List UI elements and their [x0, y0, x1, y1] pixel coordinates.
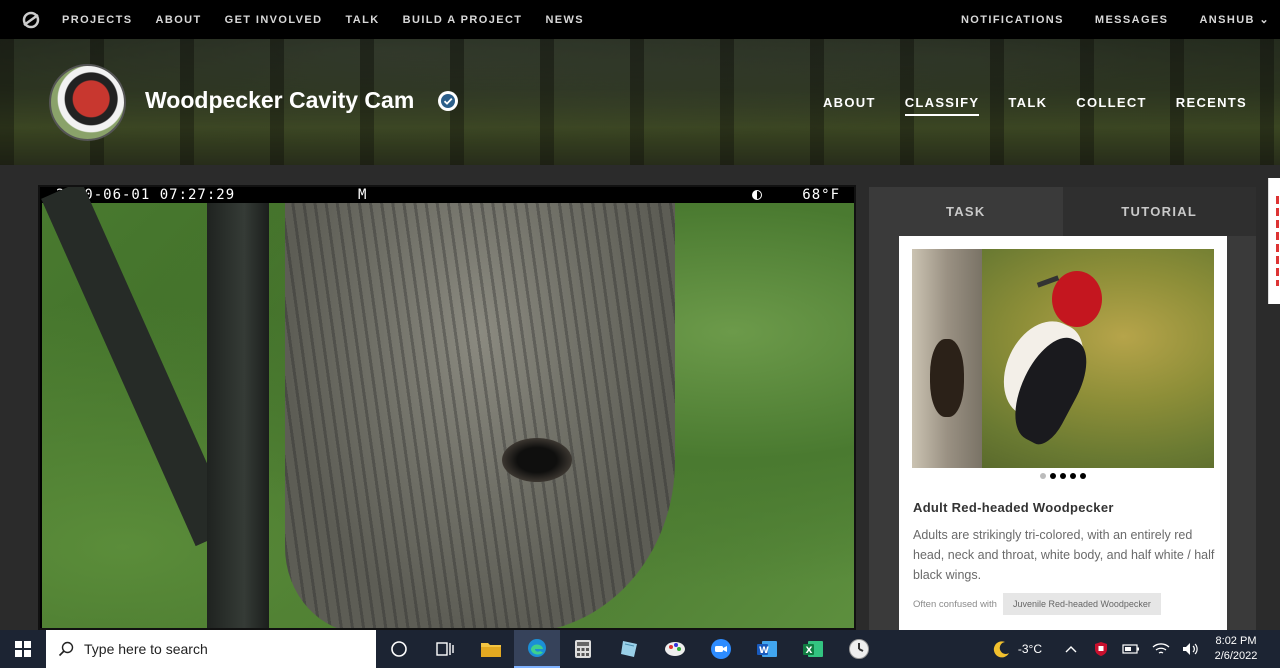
clock-date: 2/6/2022: [1214, 650, 1258, 662]
task-view-icon[interactable]: [422, 630, 468, 668]
camera-mode: M: [358, 187, 367, 203]
user-name: ANSHUB: [1199, 14, 1255, 26]
species-description: Adults are strikingly tri-colored, with …: [913, 528, 1215, 582]
project-nav-about[interactable]: ABOUT: [823, 95, 876, 110]
antivirus-shield-icon[interactable]: [1086, 641, 1116, 657]
notepad-app-icon[interactable]: [606, 630, 652, 668]
chevron-down-icon: ⌄: [1259, 14, 1270, 26]
svg-text:X: X: [806, 646, 813, 656]
confused-with-chip[interactable]: Juvenile Red-headed Woodpecker: [1002, 593, 1161, 615]
zoom-app-icon[interactable]: [698, 630, 744, 668]
feedback-side-tab[interactable]: [1268, 178, 1280, 304]
confused-with-row: Often confused with Juvenile Red-headed …: [913, 593, 1161, 615]
clock-time: 8:02 PM: [1215, 635, 1257, 647]
battery-icon[interactable]: [1116, 644, 1146, 654]
verified-badge-icon: [438, 91, 458, 111]
nav-news[interactable]: NEWS: [545, 14, 584, 26]
taskbar-search-input[interactable]: Type here to search: [46, 630, 376, 668]
search-icon: [58, 641, 74, 657]
paint-app-icon[interactable]: [652, 630, 698, 668]
tab-task[interactable]: TASK: [869, 187, 1063, 236]
project-nav: ABOUT CLASSIFY TALK COLLECT RECENTS: [794, 95, 1247, 116]
file-explorer-icon[interactable]: [468, 630, 514, 668]
windows-start-icon[interactable]: [0, 630, 46, 668]
weather-temperature: -3°C: [1017, 642, 1042, 656]
search-placeholder: Type here to search: [84, 641, 208, 657]
nav-about[interactable]: ABOUT: [156, 14, 202, 26]
woodpecker-example-image: [912, 249, 1214, 468]
project-avatar[interactable]: [49, 64, 126, 141]
carousel-dot[interactable]: [1050, 473, 1056, 479]
project-nav-collect[interactable]: COLLECT: [1076, 95, 1146, 110]
subject-image-viewer[interactable]: 2020-06-01 07:27:29 M 68°F: [38, 185, 856, 630]
wifi-icon[interactable]: [1146, 642, 1176, 656]
carousel-dot[interactable]: [1060, 473, 1066, 479]
tree-cavity: [502, 438, 572, 482]
nav-get-involved[interactable]: GET INVOLVED: [225, 14, 323, 26]
svg-text:W: W: [759, 646, 769, 656]
tree-trunk: [285, 203, 675, 628]
species-title: Adult Red-headed Woodpecker: [913, 500, 1114, 515]
subject-photo: [41, 187, 854, 628]
tab-tutorial[interactable]: TUTORIAL: [1062, 187, 1256, 236]
weather-widget[interactable]: -3°C: [992, 639, 1042, 659]
edge-browser-icon[interactable]: [514, 630, 560, 668]
volume-icon[interactable]: [1176, 642, 1206, 656]
field-guide-card: Adult Red-headed Woodpecker Adults are s…: [899, 236, 1227, 630]
chevron-up-icon[interactable]: [1056, 645, 1086, 653]
project-title[interactable]: Woodpecker Cavity Cam: [145, 87, 414, 114]
project-header: Woodpecker Cavity Cam ABOUT CLASSIFY TAL…: [0, 39, 1280, 165]
camera-info-bar: 2020-06-01 07:27:29 M 68°F: [40, 187, 854, 203]
site-top-nav: PROJECTS ABOUT GET INVOLVED TALK BUILD A…: [0, 0, 1280, 39]
calculator-icon[interactable]: [560, 630, 606, 668]
moon-weather-icon: [993, 641, 1009, 658]
confused-with-label: Often confused with: [913, 598, 997, 610]
nav-messages[interactable]: MESSAGES: [1095, 14, 1169, 26]
taskbar-clock[interactable]: 8:02 PM 2/6/2022: [1206, 634, 1266, 664]
word-app-icon[interactable]: W: [744, 630, 790, 668]
carousel-dot[interactable]: [1070, 473, 1076, 479]
project-nav-talk[interactable]: TALK: [1008, 95, 1047, 110]
nav-user-menu[interactable]: ANSHUB ⌄: [1199, 13, 1270, 26]
windows-taskbar: Type here to search W X -3°C 8:02 PM 2/6…: [0, 630, 1280, 668]
carousel-dot[interactable]: [1040, 473, 1046, 479]
clock-app-icon[interactable]: [836, 630, 882, 668]
camera-temperature: 68°F: [802, 187, 840, 203]
nav-talk[interactable]: TALK: [346, 14, 380, 26]
moon-phase-icon: [752, 190, 762, 200]
excel-app-icon[interactable]: X: [790, 630, 836, 668]
carousel-dot[interactable]: [1080, 473, 1086, 479]
nav-projects[interactable]: PROJECTS: [62, 14, 133, 26]
nav-notifications[interactable]: NOTIFICATIONS: [961, 14, 1064, 26]
nav-build-a-project[interactable]: BUILD A PROJECT: [403, 14, 523, 26]
project-nav-classify[interactable]: CLASSIFY: [904, 95, 980, 116]
task-panel: TASK TUTORIAL Adult Red-headed Woodpecke…: [869, 187, 1256, 630]
zooniverse-logo-icon[interactable]: [0, 10, 62, 30]
project-nav-recents[interactable]: RECENTS: [1176, 95, 1247, 110]
cortana-icon[interactable]: [376, 630, 422, 668]
carousel-dots: [899, 473, 1227, 479]
system-tray: -3°C 8:02 PM 2/6/2022: [992, 630, 1280, 668]
task-tabs: TASK TUTORIAL: [869, 187, 1256, 236]
